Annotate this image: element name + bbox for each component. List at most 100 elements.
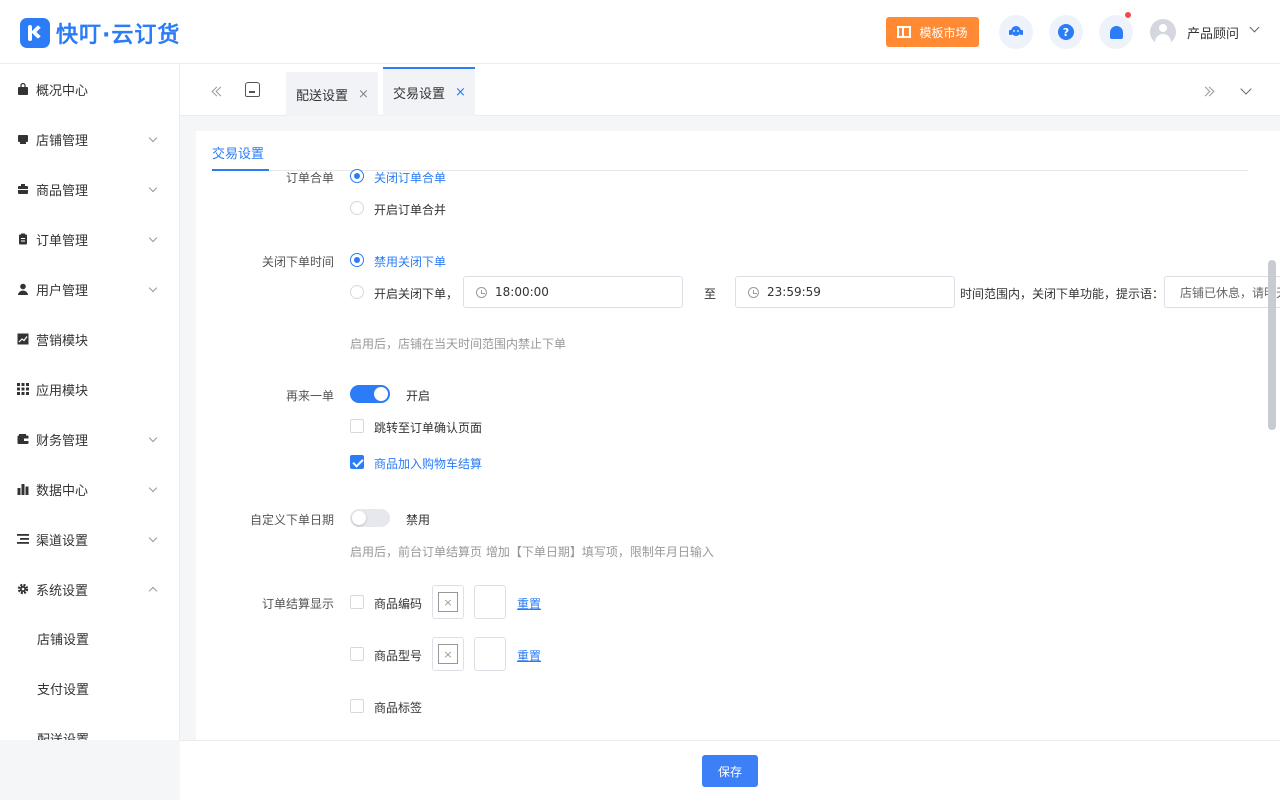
bell-icon <box>1109 25 1123 39</box>
order-merge-off-label[interactable]: 关闭订单合单 <box>374 169 446 186</box>
product-model-checkbox[interactable] <box>350 647 364 661</box>
reorder-label: 再来一单 <box>285 389 334 403</box>
bar-chart-icon <box>17 484 29 495</box>
sidebar-item-label: 店铺管理 <box>36 133 89 149</box>
save-button[interactable]: 保存 <box>702 755 758 787</box>
sidebar-subitem-label: 支付设置 <box>37 682 90 698</box>
logo[interactable]: 快叮·云订货 <box>20 17 180 49</box>
start-time-value: 18:00:00 <box>495 285 549 299</box>
help-icon: ? <box>1058 24 1074 40</box>
product-tag-checkbox[interactable] <box>350 699 364 713</box>
user-name[interactable]: 产品顾问 <box>1187 23 1239 42</box>
sidebar-item-products[interactable]: 商品管理 <box>0 164 179 214</box>
chevron-down-icon <box>148 133 158 142</box>
start-time-picker[interactable]: 18:00:00 <box>463 276 683 308</box>
sidebar-item-label: 数据中心 <box>36 483 89 499</box>
layout-icon <box>897 26 912 38</box>
sidebar-subitem-label: 店铺设置 <box>37 632 90 648</box>
product-code-upload-slot[interactable] <box>474 585 506 619</box>
sidebar: 概况中心 店铺管理 商品管理 订单管理 用户管理 营销模块 应用模块 财务管理 … <box>0 64 180 740</box>
wallet-icon <box>17 434 29 444</box>
sidebar-item-store[interactable]: 店铺管理 <box>0 114 179 164</box>
sidebar-subitem-delivery-settings[interactable]: 配送设置 <box>0 713 179 741</box>
chart-icon <box>17 333 29 345</box>
logo-text: 快叮·云订货 <box>56 23 181 48</box>
chevron-down-icon[interactable] <box>1240 83 1252 95</box>
close-order-disable-radio[interactable] <box>350 253 364 267</box>
jump-to-confirm-label[interactable]: 跳转至订单确认页面 <box>374 419 482 436</box>
user-icon <box>18 283 28 295</box>
product-model-image-slot[interactable]: × <box>432 637 464 671</box>
sidebar-item-users[interactable]: 用户管理 <box>0 264 179 314</box>
tab-label: 配送设置 <box>296 88 349 104</box>
custom-date-switch[interactable] <box>350 509 390 527</box>
notification-button[interactable] <box>1099 12 1133 49</box>
sidebar-item-orders[interactable]: 订单管理 <box>0 214 179 264</box>
sidebar-subitem-label: 配送设置 <box>37 732 90 741</box>
sidebar-item-label: 商品管理 <box>36 183 89 199</box>
sidebar-item-label: 应用模块 <box>36 383 89 399</box>
customer-service-button[interactable] <box>999 15 1033 49</box>
sidebar-item-label: 渠道设置 <box>36 533 89 549</box>
chevron-down-icon <box>148 433 158 442</box>
home-icon[interactable] <box>245 82 260 97</box>
sidebar-item-apps[interactable]: 应用模块 <box>0 364 179 414</box>
sidebar-item-marketing[interactable]: 营销模块 <box>0 314 179 364</box>
template-market-label: 模板市场 <box>919 25 968 40</box>
sidebar-item-label: 营销模块 <box>36 333 89 349</box>
order-merge-on-label[interactable]: 开启订单合并 <box>374 201 446 218</box>
order-merge-on-radio[interactable] <box>350 201 364 215</box>
sidebar-item-finance[interactable]: 财务管理 <box>0 414 179 464</box>
logo-icon <box>20 18 50 48</box>
prompt-text-input[interactable]: 店铺已休息，请明天 <box>1164 276 1280 308</box>
order-merge-label: 订单合单 <box>285 171 334 185</box>
end-time-picker[interactable]: 23:59:59 <box>735 276 955 308</box>
product-tag-label[interactable]: 商品标签 <box>374 699 422 716</box>
add-to-cart-checkbox[interactable] <box>350 455 364 469</box>
product-model-upload-slot[interactable] <box>474 637 506 671</box>
scrollbar[interactable] <box>1268 260 1276 430</box>
sidebar-item-data-center[interactable]: 数据中心 <box>0 464 179 514</box>
product-model-reset-link[interactable]: 重置 <box>517 647 541 664</box>
product-model-label[interactable]: 商品型号 <box>374 647 422 664</box>
product-code-checkbox[interactable] <box>350 595 364 609</box>
close-icon: × <box>438 592 458 612</box>
bag-icon <box>18 83 28 95</box>
product-code-label[interactable]: 商品编码 <box>374 595 422 612</box>
avatar[interactable] <box>1150 19 1176 45</box>
tab-trade-settings[interactable]: 交易设置 × <box>383 67 475 116</box>
add-to-cart-label[interactable]: 商品加入购物车结算 <box>374 455 482 472</box>
template-market-button[interactable]: 模板市场 <box>886 17 979 47</box>
clipboard-icon <box>19 233 27 245</box>
close-order-suffix: 时间范围内，关闭下单功能，提示语： <box>960 287 1165 301</box>
chevron-down-icon[interactable] <box>1249 22 1260 33</box>
sidebar-item-channels[interactable]: 渠道设置 <box>0 514 179 564</box>
clock-icon <box>748 286 759 298</box>
sidebar-subitem-store-settings[interactable]: 店铺设置 <box>0 613 179 663</box>
checkout-display-label: 订单结算显示 <box>261 597 334 611</box>
sidebar-item-overview[interactable]: 概况中心 <box>0 64 179 114</box>
close-icon[interactable]: × <box>358 87 369 102</box>
close-order-disable-label[interactable]: 禁用关闭下单 <box>374 253 446 270</box>
help-button[interactable]: ? <box>1049 15 1083 49</box>
product-code-reset-link[interactable]: 重置 <box>517 595 541 612</box>
grid-icon <box>17 383 29 395</box>
tab-delivery-settings[interactable]: 配送设置 × <box>286 72 378 116</box>
tab-label: 交易设置 <box>393 87 446 102</box>
close-order-enable-label[interactable]: 开启关闭下单， <box>374 285 458 302</box>
reorder-switch[interactable] <box>350 385 390 403</box>
close-icon[interactable]: × <box>455 85 466 100</box>
chevron-up-icon <box>148 586 158 595</box>
sidebar-item-system-settings[interactable]: 系统设置 <box>0 564 179 614</box>
sidebar-subitem-payment-settings[interactable]: 支付设置 <box>0 663 179 713</box>
order-merge-off-radio[interactable] <box>350 169 364 183</box>
custom-date-switch-text: 禁用 <box>406 513 431 527</box>
close-icon: × <box>438 644 458 664</box>
close-order-enable-radio[interactable] <box>350 285 364 299</box>
chevron-down-icon <box>148 483 158 492</box>
list-icon <box>17 534 29 544</box>
headset-icon <box>1009 26 1023 36</box>
jump-to-confirm-checkbox[interactable] <box>350 419 364 433</box>
store-icon <box>18 135 28 144</box>
product-code-image-slot[interactable]: × <box>432 585 464 619</box>
